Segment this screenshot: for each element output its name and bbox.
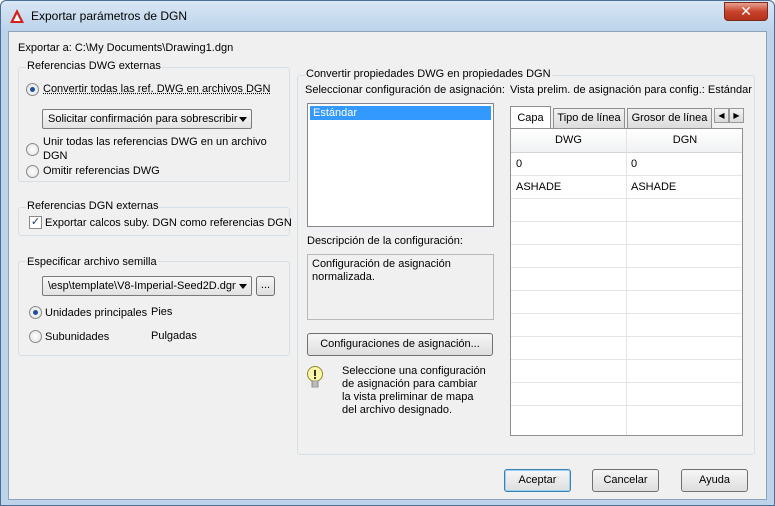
description-line1: Configuración de asignación: [312, 258, 451, 270]
omit-refs-radio[interactable]: [26, 165, 39, 178]
table-row-cell: ASHADE: [511, 176, 627, 199]
seed-file-combo-value: \esp\template\V8-Imperial-Seed2D.dgn: [48, 280, 236, 292]
hint-line3: la vista preliminar de mapa: [342, 391, 474, 403]
hint-line4: del archivo designado.: [342, 404, 453, 416]
window-title: Exportar parámetros de DGN: [31, 9, 188, 23]
empty-cell: [627, 245, 742, 268]
mapping-preview-grid: DWG DGN 0 0 ASHADE ASHADE: [510, 128, 743, 436]
overwrite-combo-value: Solicitar confirmación para sobrescribir: [48, 113, 238, 125]
table-row-cell: 0: [627, 153, 742, 176]
autocad-logo-icon: [10, 9, 24, 23]
dialog-body: Exportar a: C:\My Documents\Drawing1.dgn…: [8, 31, 767, 500]
dialog-window: Exportar parámetros de DGN ✕ Exportar a:…: [0, 0, 775, 506]
empty-cell: [511, 406, 627, 435]
empty-cell: [511, 199, 627, 222]
lightbulb-icon: [307, 366, 323, 388]
sub-units-radio[interactable]: [29, 330, 42, 343]
table-row-cell: 0: [511, 153, 627, 176]
empty-cell: [511, 268, 627, 291]
title-bar[interactable]: Exportar parámetros de DGN ✕: [1, 1, 774, 31]
merge-refs-label-line2: DGN: [43, 150, 68, 162]
sub-units-value: Pulgadas: [151, 330, 197, 342]
tab-scroll-right-icon[interactable]: ▶: [729, 108, 744, 123]
empty-cell: [627, 222, 742, 245]
sub-units-label: Subunidades: [45, 331, 110, 343]
export-underlays-checkbox[interactable]: ✓: [29, 216, 42, 229]
convert-props-group-label: Convertir propiedades DWG en propiedades…: [305, 68, 552, 80]
dwg-refs-group-label: Referencias DWG externas: [26, 60, 162, 72]
main-units-radio[interactable]: [29, 306, 42, 319]
export-underlays-label: Exportar calcos suby. DGN como referenci…: [45, 217, 292, 229]
empty-cell: [627, 406, 742, 435]
convert-refs-radio[interactable]: [26, 83, 39, 96]
empty-cell: [511, 222, 627, 245]
hint-line2: de asignación para cambiar: [342, 378, 478, 390]
dgn-refs-group-label: Referencias DGN externas: [26, 200, 160, 212]
omit-refs-label: Omitir referencias DWG: [43, 165, 160, 177]
empty-cell: [511, 291, 627, 314]
empty-cell: [511, 360, 627, 383]
seed-group-label: Especificar archivo semilla: [26, 256, 158, 268]
chevron-down-icon: [239, 117, 247, 122]
merge-refs-radio[interactable]: [26, 143, 39, 156]
overwrite-combo[interactable]: Solicitar confirmación para sobrescribir: [42, 109, 252, 129]
empty-cell: [627, 291, 742, 314]
empty-cell: [511, 314, 627, 337]
tab-linetype[interactable]: Tipo de línea: [553, 108, 625, 128]
select-setup-label: Seleccionar configuración de asignación:: [305, 84, 505, 96]
empty-cell: [627, 199, 742, 222]
empty-cell: [511, 245, 627, 268]
empty-cell: [511, 383, 627, 406]
mapping-setups-button[interactable]: Configuraciones de asignación...: [307, 333, 493, 356]
description-line2: normalizada.: [312, 271, 375, 283]
list-item-selected[interactable]: Estándar: [310, 106, 491, 120]
convert-refs-label: Convertir todas las ref. DWG en archivos…: [43, 83, 271, 95]
tab-scroll-left-icon[interactable]: ◀: [714, 108, 729, 123]
empty-cell: [511, 337, 627, 360]
column-header-dwg: DWG: [511, 129, 627, 153]
tab-layer[interactable]: Capa: [510, 106, 551, 128]
seed-file-combo[interactable]: \esp\template\V8-Imperial-Seed2D.dgn: [42, 276, 252, 296]
empty-cell: [627, 268, 742, 291]
preview-label: Vista prelim. de asignación para config.…: [510, 84, 752, 96]
tab-lineweight[interactable]: Grosor de línea: [627, 108, 712, 128]
empty-cell: [627, 383, 742, 406]
cancel-button[interactable]: Cancelar: [592, 469, 659, 492]
empty-cell: [627, 337, 742, 360]
empty-cell: [627, 360, 742, 383]
close-button[interactable]: ✕: [724, 2, 768, 21]
setup-description-box: Configuración de asignación normalizada.: [307, 254, 494, 320]
table-row-cell: ASHADE: [627, 176, 742, 199]
main-units-value: Pies: [151, 306, 173, 318]
empty-cell: [627, 314, 742, 337]
browse-seed-button[interactable]: ...: [256, 276, 275, 296]
merge-refs-label-line1: Unir todas las referencias DWG en un arc…: [43, 136, 267, 148]
export-path-label: Exportar a: C:\My Documents\Drawing1.dgn: [18, 42, 234, 54]
hint-line1: Seleccione una configuración: [342, 365, 486, 377]
accept-button[interactable]: Aceptar: [504, 469, 571, 492]
mapping-setups-list[interactable]: Estándar: [307, 103, 494, 227]
help-button[interactable]: Ayuda: [681, 469, 748, 492]
chevron-down-icon: [239, 284, 247, 289]
column-header-dgn: DGN: [627, 129, 742, 153]
setup-description-label: Descripción de la configuración:: [307, 235, 463, 247]
main-units-label: Unidades principales: [45, 307, 148, 319]
